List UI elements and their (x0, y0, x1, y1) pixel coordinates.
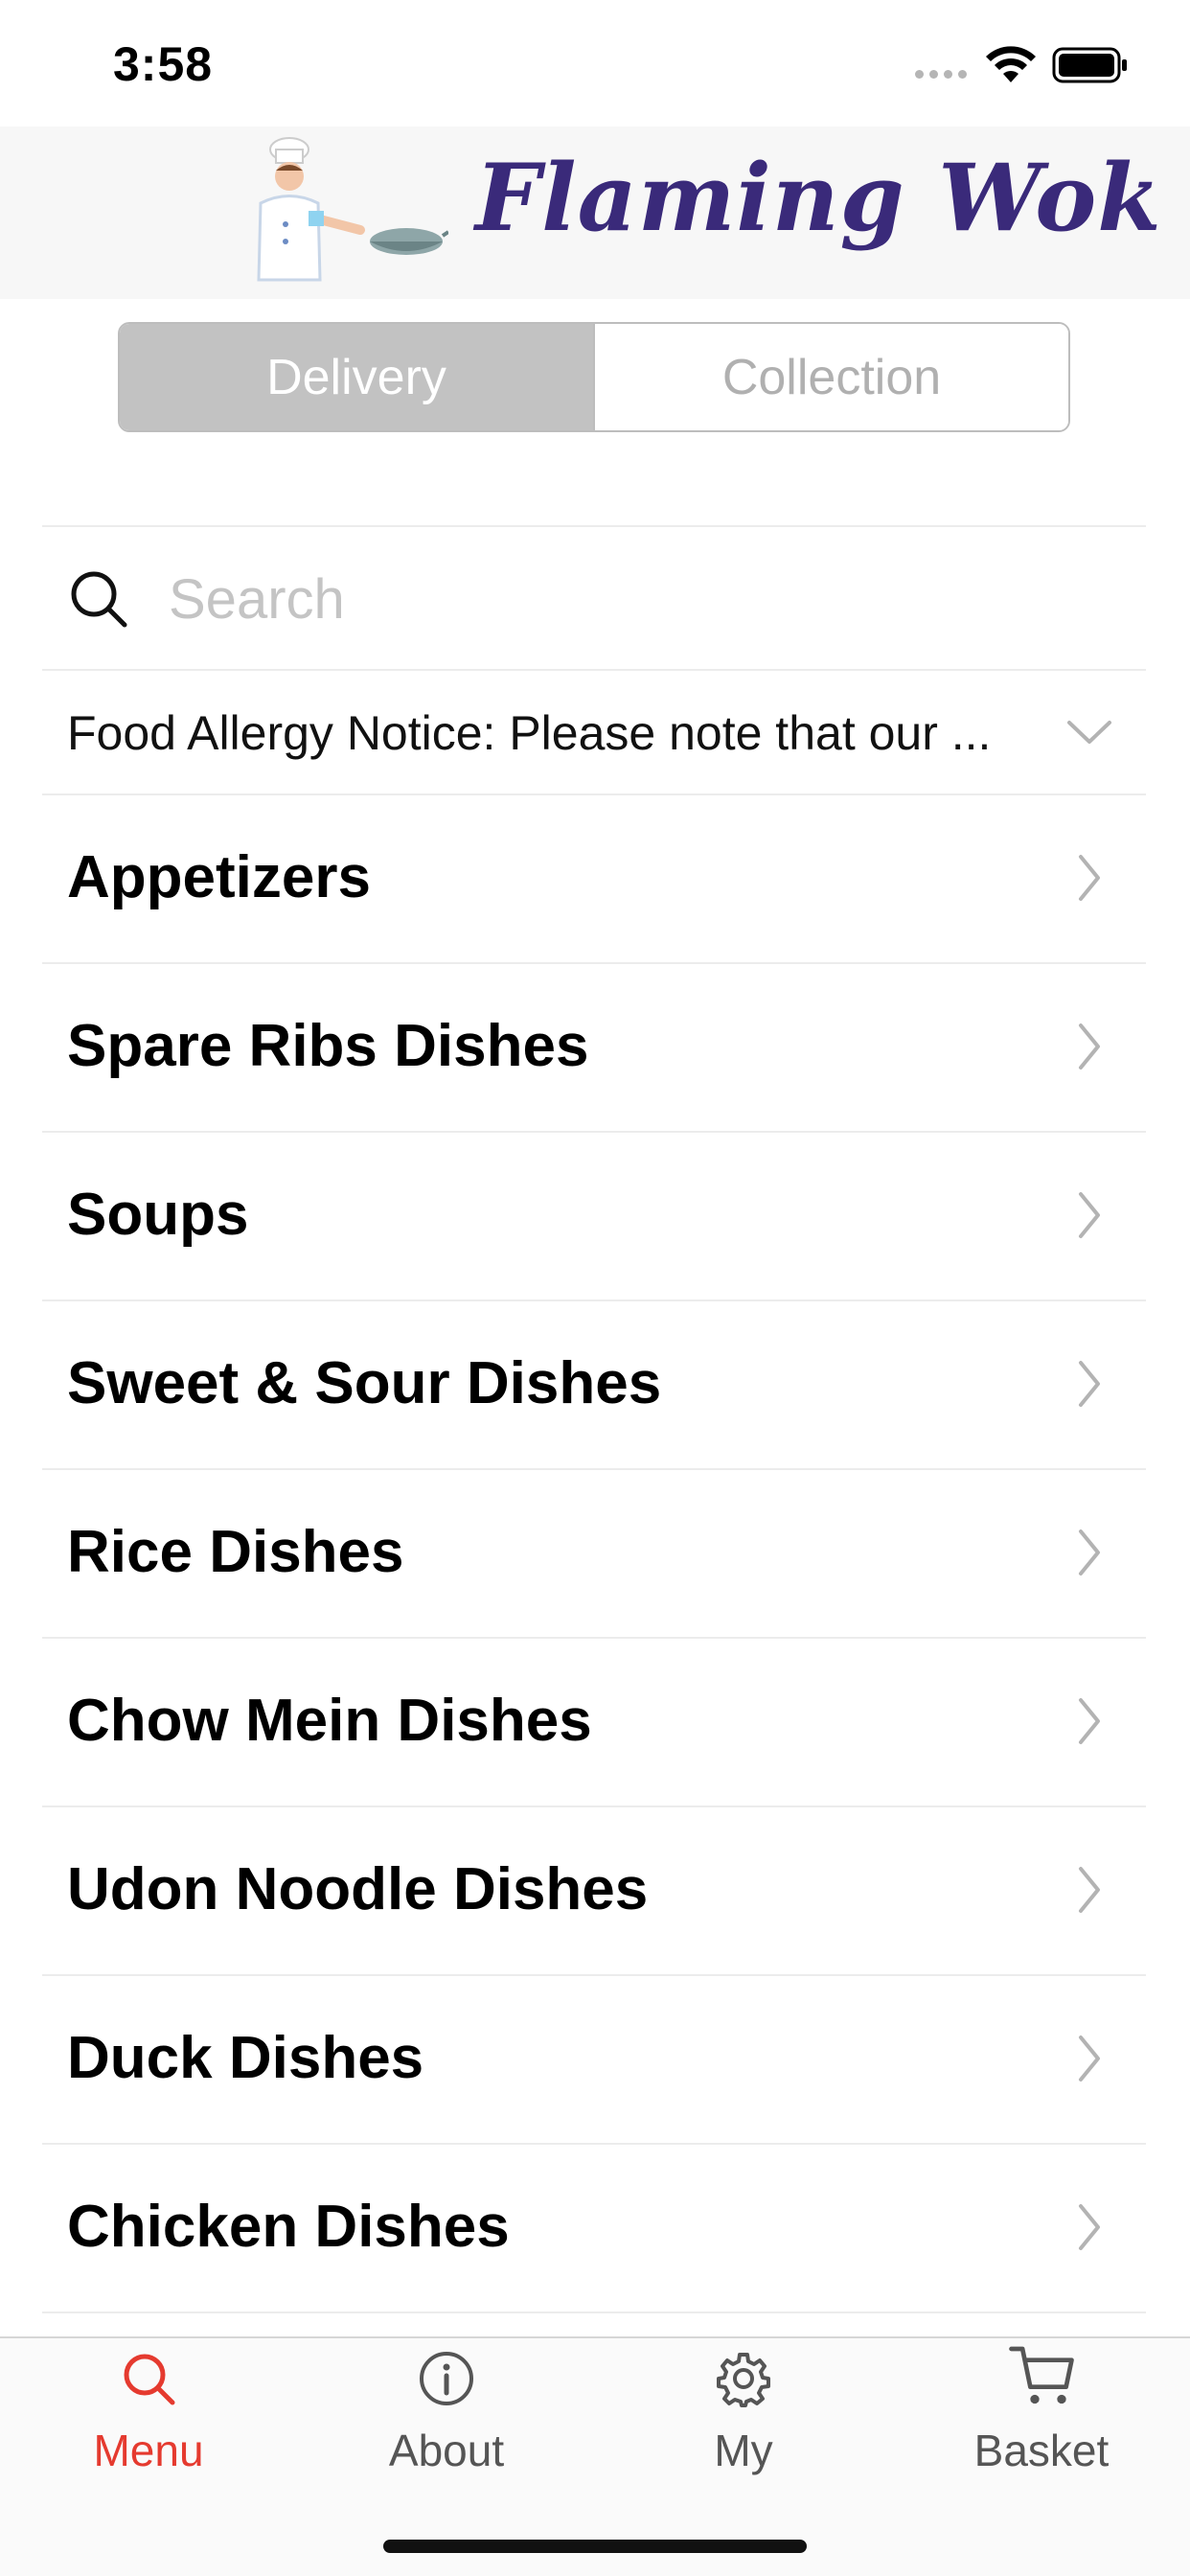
chevron-right-icon (1079, 1024, 1100, 1070)
status-time: 3:58 (113, 37, 214, 91)
logo-title: Flaming Wok (475, 144, 1162, 252)
category-label: Spare Ribs Dishes (67, 1013, 589, 1079)
category-item-appetizers[interactable]: Appetizers (42, 795, 1146, 964)
chevron-right-icon (1079, 2204, 1100, 2250)
order-mode-segmented-control: Delivery Collection (118, 322, 1070, 432)
category-item-rice[interactable]: Rice Dishes (42, 1470, 1146, 1639)
category-item-spare-ribs[interactable]: Spare Ribs Dishes (42, 964, 1146, 1133)
category-label: Chicken Dishes (67, 2194, 510, 2260)
chevron-right-icon (1079, 1530, 1100, 1576)
tab-menu[interactable]: Menu (0, 2338, 297, 2520)
battery-icon (1052, 47, 1127, 83)
tab-basket[interactable]: Basket (893, 2338, 1190, 2520)
collection-tab[interactable]: Collection (593, 324, 1068, 430)
search-icon (71, 571, 127, 628)
chevron-right-icon (1079, 1698, 1100, 1744)
tab-my[interactable]: My (595, 2338, 892, 2520)
tab-label: My (714, 2426, 773, 2475)
category-label: Duck Dishes (67, 2025, 424, 2091)
category-item-chicken[interactable]: Chicken Dishes (42, 2145, 1146, 2313)
category-item-udon-noodle[interactable]: Udon Noodle Dishes (42, 1807, 1146, 1976)
category-item-sweet-sour[interactable]: Sweet & Sour Dishes (42, 1301, 1146, 1470)
chevron-right-icon (1079, 855, 1100, 901)
wifi-icon (986, 46, 1036, 82)
category-item-chow-mein[interactable]: Chow Mein Dishes (42, 1639, 1146, 1807)
status-bar: 3:58 (0, 0, 1190, 126)
category-label: Rice Dishes (67, 1519, 404, 1585)
cart-icon (1009, 2346, 1074, 2404)
chevron-down-icon[interactable] (1065, 713, 1113, 751)
cellular-signal-icon (915, 70, 967, 79)
category-item-duck[interactable]: Duck Dishes (42, 1976, 1146, 2145)
home-indicator (383, 2540, 807, 2553)
search-input[interactable] (169, 556, 1108, 642)
allergy-notice-row[interactable]: Food Allergy Notice: Please note that ou… (42, 671, 1146, 795)
chevron-right-icon (1079, 1867, 1100, 1913)
chevron-right-icon (1079, 1192, 1100, 1238)
category-item-soups[interactable]: Soups (42, 1133, 1146, 1301)
tab-about[interactable]: About (298, 2338, 595, 2520)
tab-label: About (388, 2426, 505, 2475)
tab-label: Basket (973, 2426, 1110, 2475)
gear-icon (717, 2353, 770, 2407)
allergy-notice-text: Food Allergy Notice: Please note that ou… (67, 706, 992, 760)
delivery-tab[interactable]: Delivery (120, 324, 593, 430)
chevron-right-icon (1079, 1361, 1100, 1407)
category-label: Udon Noodle Dishes (67, 1856, 649, 1922)
tab-label: Menu (93, 2426, 204, 2475)
category-label: Chow Mein Dishes (67, 1688, 592, 1754)
menu-category-list: Appetizers Spare Ribs Dishes Soups Sweet… (42, 795, 1146, 2313)
chef-logo-image (257, 137, 448, 282)
search-bar (42, 525, 1146, 671)
category-label: Sweet & Sour Dishes (67, 1350, 662, 1416)
category-label: Soups (67, 1182, 249, 1248)
category-label: Appetizers (67, 844, 371, 910)
chevron-right-icon (1079, 2036, 1100, 2082)
info-icon (420, 2352, 473, 2405)
search-icon (124, 2354, 175, 2405)
